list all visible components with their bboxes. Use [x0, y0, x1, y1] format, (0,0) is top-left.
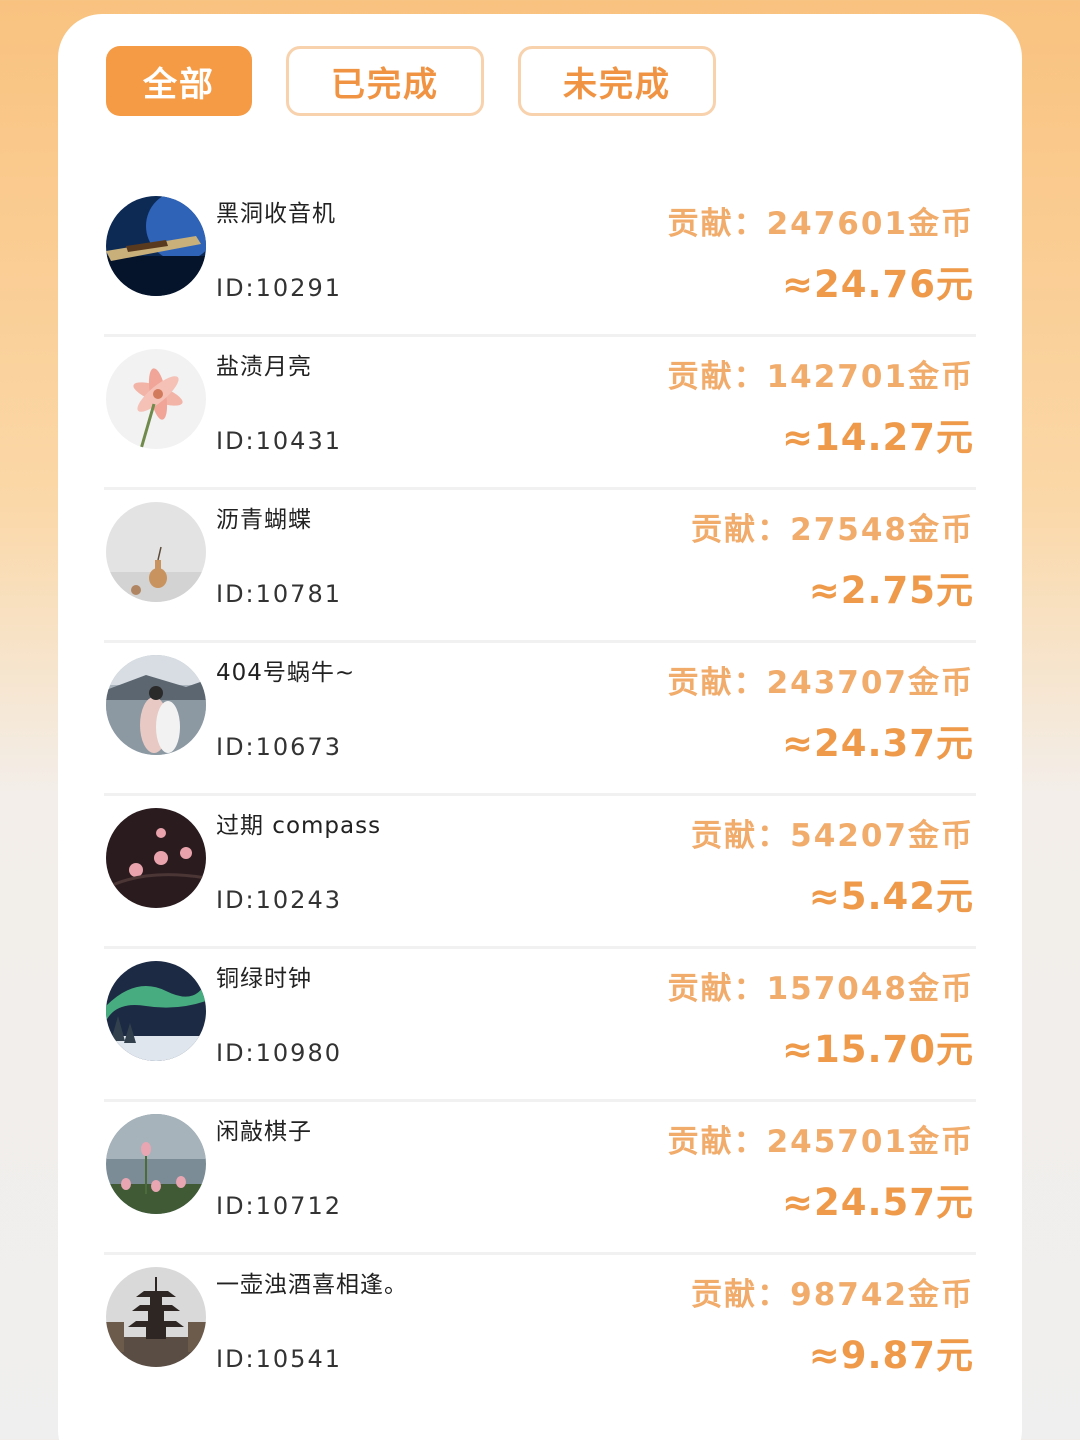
- user-name: 404号蜗牛~: [216, 660, 356, 686]
- contribution-yuan: ≈24.37元: [781, 722, 974, 765]
- user-name: 沥青蝴蝶: [216, 507, 312, 533]
- contribution-coins: 贡献：157048金币: [667, 971, 974, 1007]
- contribution-coins: 贡献：243707金币: [667, 665, 974, 701]
- tulip-photo-image: [106, 1114, 206, 1214]
- contribution-yuan: ≈24.57元: [781, 1181, 974, 1224]
- user-name: 盐渍月亮: [216, 354, 312, 380]
- contribution-yuan: ≈24.76元: [781, 263, 974, 306]
- contribution-yuan: ≈14.27元: [781, 416, 974, 459]
- contribution-coins: 贡献：142701金币: [667, 359, 974, 395]
- contribution-coins: 贡献：245701金币: [667, 1124, 974, 1160]
- contribution-coins: 贡献：27548金币: [691, 512, 974, 548]
- blossom-photo-image: [106, 808, 206, 908]
- user-id: ID:10781: [216, 580, 342, 608]
- lily-photo-image: [106, 349, 206, 449]
- list-item[interactable]: 闲敲棋子 ID:10712 贡献：245701金币 ≈24.57元: [104, 1102, 976, 1255]
- list-item[interactable]: 盐渍月亮 ID:10431 贡献：142701金币 ≈14.27元: [104, 337, 976, 490]
- avatar: [106, 1267, 206, 1367]
- user-name: 闲敲棋子: [216, 1119, 312, 1145]
- contribution-yuan: ≈5.42元: [808, 875, 974, 918]
- avatar: [106, 1114, 206, 1214]
- couple-photo-image: [106, 655, 206, 755]
- user-id: ID:10431: [216, 427, 342, 455]
- avatar: [106, 502, 206, 602]
- user-id: ID:10291: [216, 274, 342, 302]
- user-name: 黑洞收音机: [216, 201, 336, 227]
- user-id: ID:10712: [216, 1192, 342, 1220]
- user-id: ID:10541: [216, 1345, 342, 1373]
- tab-completed[interactable]: 已完成: [286, 46, 484, 116]
- pagoda-photo-image: [106, 1267, 206, 1367]
- user-name: 过期 compass: [216, 813, 382, 839]
- aurora-photo-image: [106, 961, 206, 1061]
- user-id: ID:10673: [216, 733, 342, 761]
- user-name: 一壶浊酒喜相逢。: [216, 1272, 408, 1298]
- contribution-yuan: ≈9.87元: [808, 1334, 974, 1377]
- list-item[interactable]: 铜绿时钟 ID:10980 贡献：157048金币 ≈15.70元: [104, 949, 976, 1102]
- list-item[interactable]: 404号蜗牛~ ID:10673 贡献：243707金币 ≈24.37元: [104, 643, 976, 796]
- avatar: [106, 961, 206, 1061]
- contribution-coins: 贡献：54207金币: [691, 818, 974, 854]
- tab-uncompleted[interactable]: 未完成: [518, 46, 716, 116]
- avatar: [106, 196, 206, 296]
- user-id: ID:10243: [216, 886, 342, 914]
- avatar: [106, 655, 206, 755]
- avatar: [106, 808, 206, 908]
- list-item[interactable]: 一壶浊酒喜相逢。 ID:10541 贡献：98742金币 ≈9.87元: [104, 1255, 976, 1408]
- contributor-list: 黑洞收音机 ID:10291 贡献：247601金币 ≈24.76元 盐渍月亮 …: [104, 184, 976, 1408]
- contribution-coins: 贡献：247601金币: [667, 206, 974, 242]
- contribution-coins: 贡献：98742金币: [691, 1277, 974, 1313]
- user-id: ID:10980: [216, 1039, 342, 1067]
- contributor-card: 全部 已完成 未完成 黑洞收音机 ID:10291 贡献：247601金币 ≈2…: [58, 14, 1022, 1440]
- tab-all[interactable]: 全部: [106, 46, 252, 116]
- contribution-yuan: ≈2.75元: [808, 569, 974, 612]
- filter-tabs: 全部 已完成 未完成: [106, 46, 716, 116]
- contribution-yuan: ≈15.70元: [781, 1028, 974, 1071]
- vase-photo-image: [106, 502, 206, 602]
- list-item[interactable]: 黑洞收音机 ID:10291 贡献：247601金币 ≈24.76元: [104, 184, 976, 337]
- list-item[interactable]: 沥青蝴蝶 ID:10781 贡献：27548金币 ≈2.75元: [104, 490, 976, 643]
- list-item[interactable]: 过期 compass ID:10243 贡献：54207金币 ≈5.42元: [104, 796, 976, 949]
- guitar-photo-image: [106, 196, 206, 296]
- user-name: 铜绿时钟: [216, 966, 312, 992]
- avatar: [106, 349, 206, 449]
